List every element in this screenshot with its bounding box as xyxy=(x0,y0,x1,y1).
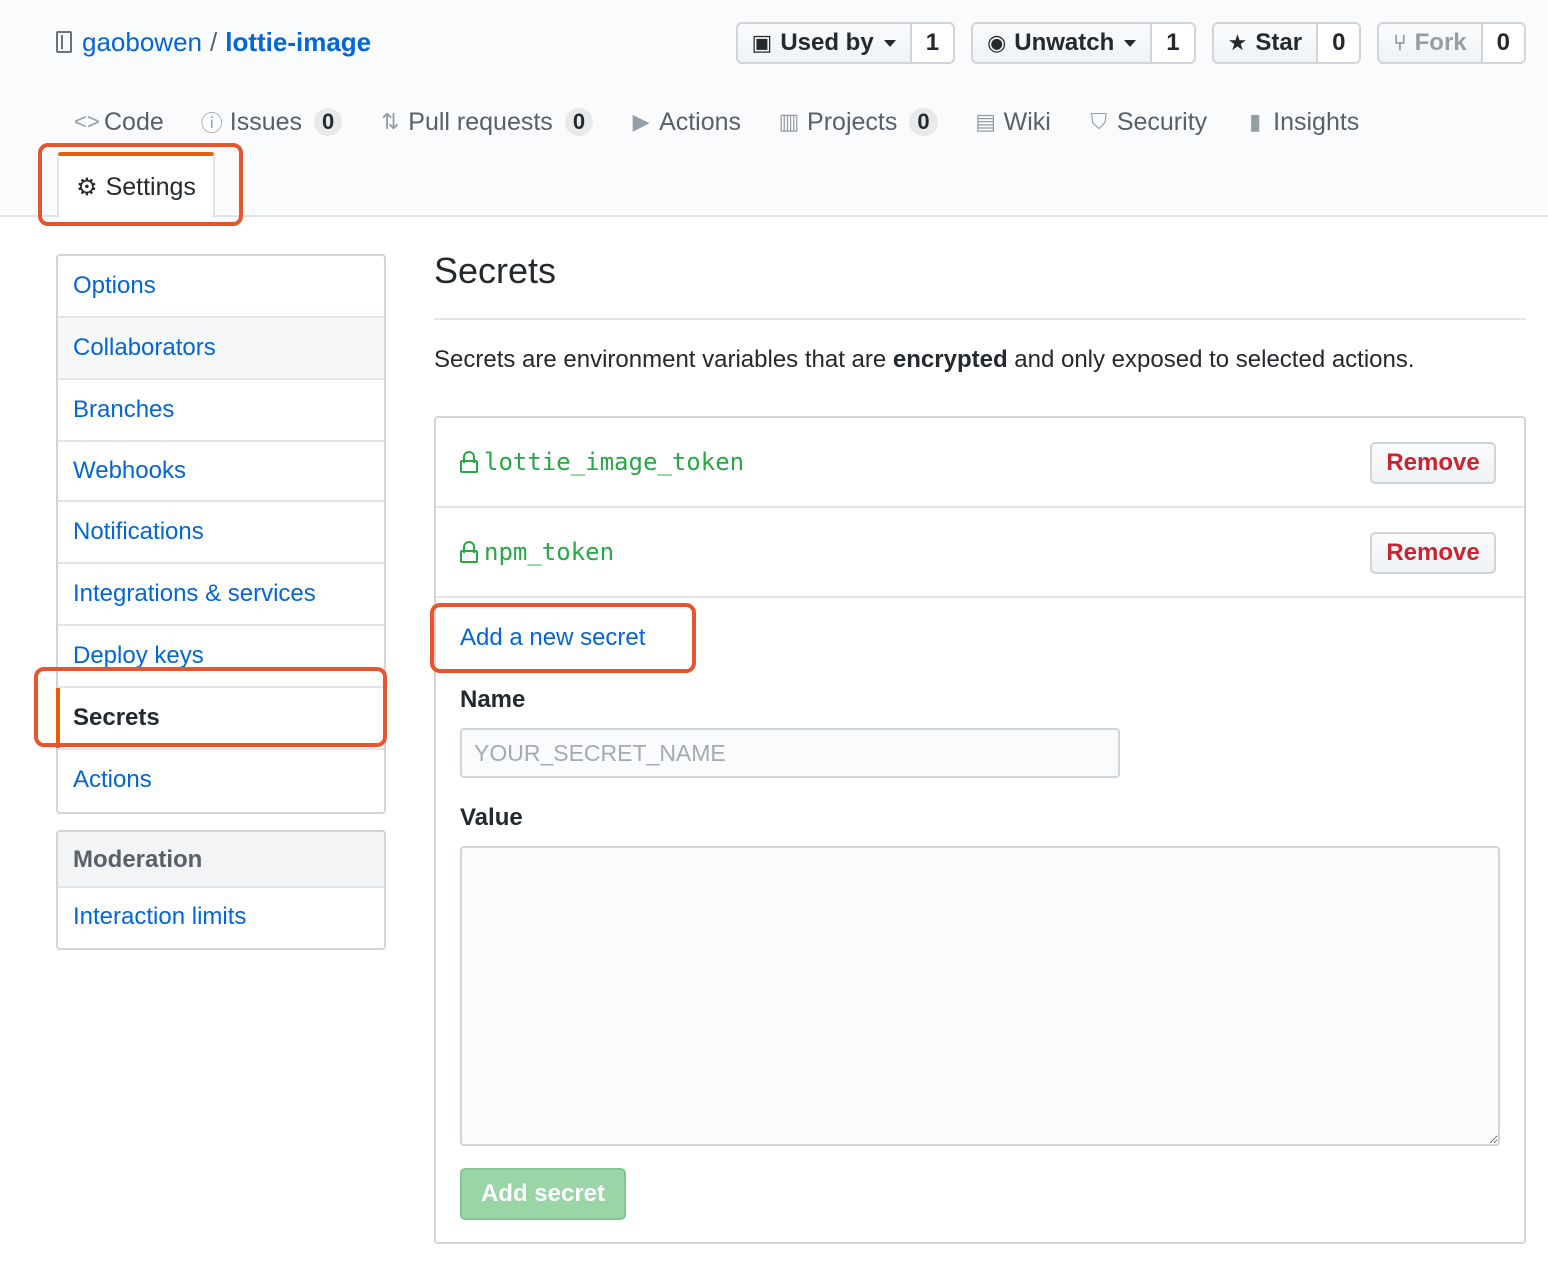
pulls-counter: 0 xyxy=(564,108,594,136)
sidebar-item-interaction-limits[interactable]: Interaction limits xyxy=(58,888,384,948)
star-group: ★ Star 0 xyxy=(1211,22,1362,64)
secret-name: npm_token xyxy=(460,538,614,566)
pagehead-actions: ▣ Used by 1 ◉ Unwatch 1 ★ Star 0 ⑂ Fork … xyxy=(735,22,1526,64)
desc-after: and only exposed to selected actions. xyxy=(1007,346,1415,373)
secrets-description: Secrets are environment variables that a… xyxy=(434,346,1526,374)
repo-book-icon xyxy=(56,31,72,53)
sidebar-item-secrets[interactable]: Secrets xyxy=(56,688,384,750)
secret-name-text: npm_token xyxy=(484,538,615,566)
tab-wiki[interactable]: ▤ Wiki xyxy=(956,100,1069,144)
tab-pulls-label: Pull requests xyxy=(408,107,553,136)
fork-button[interactable]: ⑂ Fork xyxy=(1377,22,1483,64)
repo-header: gaobowen / lottie-image ▣ Used by 1 ◉ Un… xyxy=(0,0,1548,218)
add-new-secret-link[interactable]: Add a new secret xyxy=(460,624,645,652)
tab-settings-label: Settings xyxy=(105,172,196,201)
tab-settings[interactable]: ⚙ Settings xyxy=(57,152,215,218)
sidebar-item-branches[interactable]: Branches xyxy=(58,380,384,442)
tab-security-label: Security xyxy=(1116,107,1208,136)
desc-before: Secrets are environment variables that a… xyxy=(434,346,893,373)
tab-actions-label: Actions xyxy=(659,107,742,136)
used-by-count[interactable]: 1 xyxy=(911,22,956,64)
star-button[interactable]: ★ Star xyxy=(1211,22,1319,64)
repo-nav: <> Code ⓘ Issues 0 ⇅ Pull requests 0 ▶ A… xyxy=(56,100,1496,144)
sidebar-item-notifications[interactable]: Notifications xyxy=(58,502,384,564)
fork-icon: ⑂ xyxy=(1393,30,1407,55)
lock-icon xyxy=(460,541,478,563)
secret-name: lottie_image_token xyxy=(460,448,744,476)
moderation-menu: Moderation Interaction limits xyxy=(56,830,386,950)
watch-count[interactable]: 1 xyxy=(1152,22,1196,64)
page-title: Secrets xyxy=(434,250,1526,320)
sidebar-item-collaborators[interactable]: Collaborators xyxy=(58,318,384,380)
chevron-down-icon xyxy=(1124,39,1137,47)
unwatch-button[interactable]: ◉ Unwatch xyxy=(971,22,1153,64)
secret-row: npm_token Remove xyxy=(436,508,1524,598)
sidebar-item-integrations[interactable]: Integrations & services xyxy=(58,564,384,626)
fork-label: Fork xyxy=(1414,29,1467,56)
moderation-heading: Moderation xyxy=(58,832,384,888)
tab-code-label: Code xyxy=(104,107,164,136)
package-icon: ▣ xyxy=(751,30,773,55)
book-icon: ▤ xyxy=(975,109,996,134)
remove-secret-button[interactable]: Remove xyxy=(1370,442,1496,484)
secrets-box: lottie_image_token Remove npm_token Remo… xyxy=(434,416,1526,1244)
sidebar-item-deploy-keys[interactable]: Deploy keys xyxy=(58,626,384,688)
tab-issues[interactable]: ⓘ Issues 0 xyxy=(182,100,361,144)
secrets-panel: Secrets Secrets are environment variable… xyxy=(434,250,1526,1244)
gear-icon: ⚙ xyxy=(76,173,98,201)
eye-icon: ◉ xyxy=(987,30,1007,55)
graph-icon: ▮ xyxy=(1249,109,1262,134)
desc-bold: encrypted xyxy=(892,346,1008,373)
add-secret-button[interactable]: Add secret xyxy=(460,1168,626,1220)
sidebar-item-webhooks[interactable]: Webhooks xyxy=(58,442,384,502)
star-icon: ★ xyxy=(1227,30,1248,55)
shield-icon: ⛉ xyxy=(1090,109,1108,134)
issue-opened-icon: ⓘ xyxy=(200,111,223,136)
secret-name-input[interactable] xyxy=(460,728,1120,778)
tab-wiki-label: Wiki xyxy=(1003,107,1051,136)
tab-insights-label: Insights xyxy=(1273,107,1360,136)
sidebar-item-actions[interactable]: Actions xyxy=(58,750,384,812)
play-icon: ▶ xyxy=(632,109,650,134)
tab-code[interactable]: <> Code xyxy=(56,100,182,144)
used-by-group: ▣ Used by 1 xyxy=(735,22,956,64)
fork-group: ⑂ Fork 0 xyxy=(1377,22,1526,64)
unwatch-label: Unwatch xyxy=(1014,29,1115,56)
used-by-label: Used by xyxy=(780,29,874,56)
watch-group: ◉ Unwatch 1 xyxy=(971,22,1196,64)
lock-icon xyxy=(460,451,478,473)
issues-counter: 0 xyxy=(314,108,343,136)
repo-name-link[interactable]: lottie-image xyxy=(225,27,371,58)
repo-separator: / xyxy=(210,26,218,57)
sidebar-item-options[interactable]: Options xyxy=(58,256,384,318)
tab-projects[interactable]: ▥ Projects 0 xyxy=(759,100,956,144)
value-label: Value xyxy=(460,804,523,831)
repo-title: gaobowen / lottie-image xyxy=(56,24,371,60)
settings-menu: Options Collaborators Branches Webhooks … xyxy=(56,254,386,814)
project-icon: ▥ xyxy=(778,109,800,134)
secret-row: lottie_image_token Remove xyxy=(436,418,1524,508)
code-icon: <> xyxy=(74,109,100,134)
star-label: Star xyxy=(1255,29,1303,56)
used-by-button[interactable]: ▣ Used by xyxy=(735,22,912,64)
repo-owner-link[interactable]: gaobowen xyxy=(82,27,202,58)
tab-security[interactable]: ⛉ Security xyxy=(1069,100,1225,144)
name-label: Name xyxy=(460,686,526,713)
tab-issues-label: Issues xyxy=(229,107,303,136)
tab-pull-requests[interactable]: ⇅ Pull requests 0 xyxy=(360,100,611,144)
fork-count[interactable]: 0 xyxy=(1482,22,1526,64)
remove-secret-button[interactable]: Remove xyxy=(1370,532,1496,574)
star-count[interactable]: 0 xyxy=(1318,22,1362,64)
secret-value-textarea[interactable] xyxy=(460,846,1500,1146)
git-pull-request-icon: ⇅ xyxy=(381,109,400,134)
tab-actions[interactable]: ▶ Actions xyxy=(611,100,759,144)
chevron-down-icon xyxy=(883,39,896,47)
secret-name-text: lottie_image_token xyxy=(484,448,745,476)
projects-counter: 0 xyxy=(909,108,938,136)
tab-projects-label: Projects xyxy=(807,107,898,136)
tab-insights[interactable]: ▮ Insights xyxy=(1225,100,1377,144)
